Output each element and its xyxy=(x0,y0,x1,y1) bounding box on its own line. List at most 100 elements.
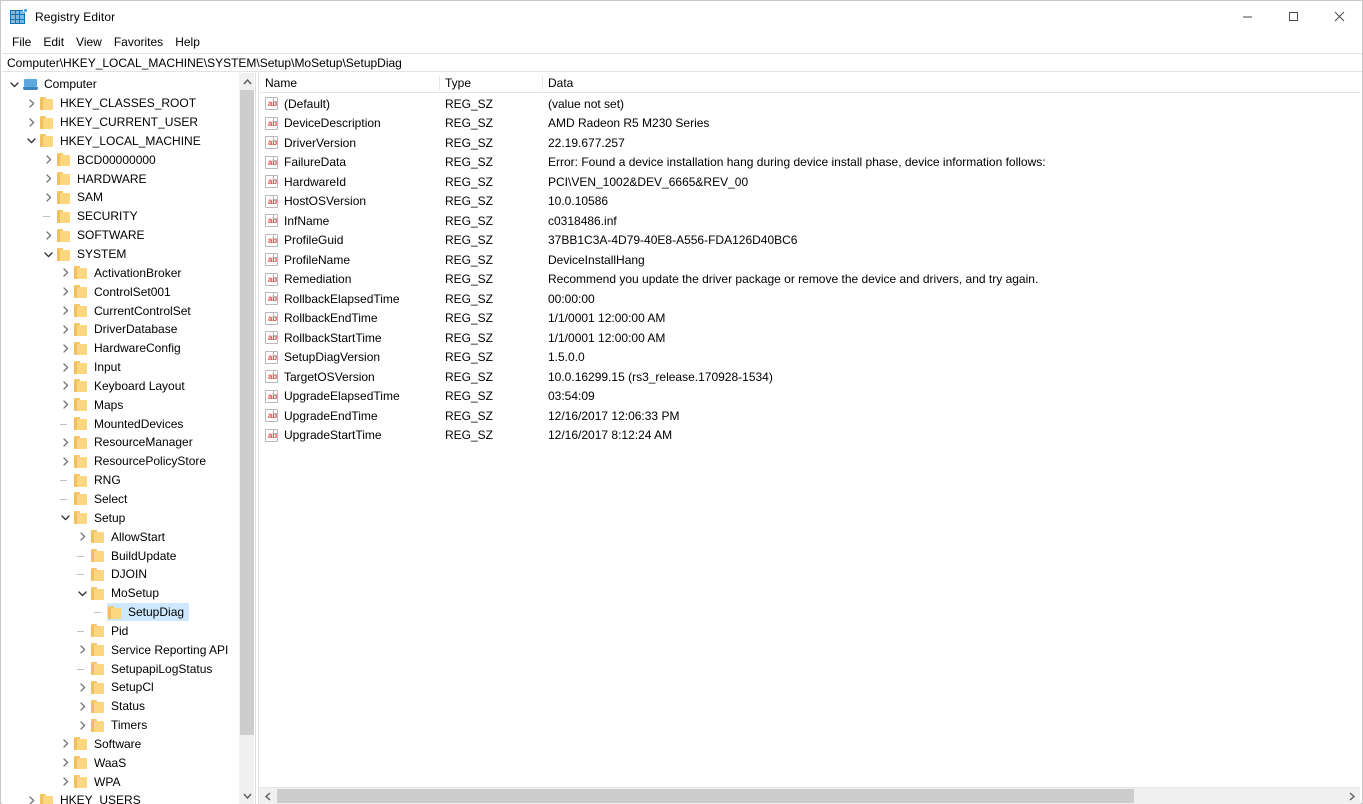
table-row[interactable]: abRemediationREG_SZRecommend you update … xyxy=(259,270,1360,290)
table-row[interactable]: abSetupDiagVersionREG_SZ1.5.0.0 xyxy=(259,348,1360,368)
chevron-right-icon[interactable] xyxy=(40,171,56,187)
tree-item-hkey-local-machine[interactable]: HKEY_LOCAL_MACHINE xyxy=(2,132,239,151)
tree-item-content[interactable]: HKEY_LOCAL_MACHINE xyxy=(39,132,206,150)
chevron-right-icon[interactable] xyxy=(23,95,39,111)
tree-item-content[interactable]: BuildUpdate xyxy=(90,547,181,565)
tree-item-security[interactable]: SECURITY xyxy=(2,207,239,226)
chevron-right-icon[interactable] xyxy=(40,227,56,243)
table-row[interactable]: abHardwareIdREG_SZPCI\VEN_1002&DEV_6665&… xyxy=(259,172,1360,192)
minimize-button[interactable] xyxy=(1224,1,1270,32)
tree-item-maps[interactable]: Maps xyxy=(2,395,239,414)
tree-item-wpa[interactable]: WPA xyxy=(2,772,239,791)
tree-item-keyboard-layout[interactable]: Keyboard Layout xyxy=(2,377,239,396)
menu-edit[interactable]: Edit xyxy=(37,33,70,52)
chevron-right-icon[interactable] xyxy=(57,265,73,281)
close-button[interactable] xyxy=(1316,1,1362,32)
tree-item-buildupdate[interactable]: BuildUpdate xyxy=(2,546,239,565)
tree-item-content[interactable]: SAM xyxy=(56,188,108,206)
table-row[interactable]: ab(Default)REG_SZ(value not set) xyxy=(259,94,1360,114)
tree-item-content[interactable]: CurrentControlSet xyxy=(73,302,196,320)
tree-vertical-scrollbar[interactable] xyxy=(238,73,254,804)
table-row[interactable]: abRollbackEndTimeREG_SZ1/1/0001 12:00:00… xyxy=(259,309,1360,329)
chevron-right-icon[interactable] xyxy=(57,284,73,300)
table-row[interactable]: abTargetOSVersionREG_SZ10.0.16299.15 (rs… xyxy=(259,367,1360,387)
tree-item-controlset001[interactable]: ControlSet001 xyxy=(2,282,239,301)
tree-item-content[interactable]: Pid xyxy=(90,622,133,640)
table-row[interactable]: abRollbackElapsedTimeREG_SZ00:00:00 xyxy=(259,289,1360,309)
scroll-down-icon[interactable] xyxy=(239,787,255,804)
tree-item-content[interactable]: DJOIN xyxy=(90,565,152,583)
tree-item-content[interactable]: ActivationBroker xyxy=(73,264,186,282)
tree-item-service-reporting-api[interactable]: Service Reporting API xyxy=(2,640,239,659)
tree-item-content[interactable]: MountedDevices xyxy=(73,415,188,433)
tree-item-content[interactable]: Maps xyxy=(73,396,128,414)
tree-item-sam[interactable]: SAM xyxy=(2,188,239,207)
tree-item-rng[interactable]: RNG xyxy=(2,471,239,490)
tree-scrollbar-thumb[interactable] xyxy=(240,90,254,735)
chevron-down-icon[interactable] xyxy=(40,246,56,262)
chevron-right-icon[interactable] xyxy=(74,698,90,714)
tree-item-computer[interactable]: Computer xyxy=(2,75,239,94)
tree-item-content[interactable]: SetupapiLogStatus xyxy=(90,660,217,678)
table-row[interactable]: abHostOSVersionREG_SZ10.0.10586 xyxy=(259,192,1360,212)
chevron-right-icon[interactable] xyxy=(57,359,73,375)
tree-item-timers[interactable]: Timers xyxy=(2,716,239,735)
chevron-right-icon[interactable] xyxy=(57,434,73,450)
tree-item-content[interactable]: ResourceManager xyxy=(73,433,198,451)
tree-item-content[interactable]: RNG xyxy=(73,471,126,489)
tree-item-content[interactable]: Timers xyxy=(90,716,152,734)
scroll-left-icon[interactable] xyxy=(259,788,276,804)
tree-item-resourcepolicystore[interactable]: ResourcePolicyStore xyxy=(2,452,239,471)
tree-item-allowstart[interactable]: AllowStart xyxy=(2,527,239,546)
tree-item-activationbroker[interactable]: ActivationBroker xyxy=(2,263,239,282)
tree-item-content[interactable]: WPA xyxy=(73,773,125,791)
tree-item-content[interactable]: HKEY_CLASSES_ROOT xyxy=(39,94,201,112)
tree-item-bcd00000000[interactable]: BCD00000000 xyxy=(2,150,239,169)
chevron-down-icon[interactable] xyxy=(6,76,22,92)
tree-item-content[interactable]: AllowStart xyxy=(90,528,170,546)
chevron-right-icon[interactable] xyxy=(57,321,73,337)
tree-item-content[interactable]: BCD00000000 xyxy=(56,151,161,169)
tree-item-content[interactable]: HARDWARE xyxy=(56,170,152,188)
table-row[interactable]: abFailureDataREG_SZError: Found a device… xyxy=(259,153,1360,173)
scroll-right-icon[interactable] xyxy=(1343,788,1360,804)
tree-item-content[interactable]: SOFTWARE xyxy=(56,226,150,244)
tree-item-content[interactable]: Computer xyxy=(22,75,102,93)
chevron-down-icon[interactable] xyxy=(57,510,73,526)
chevron-right-icon[interactable] xyxy=(74,717,90,733)
tree-item-content[interactable]: SYSTEM xyxy=(56,245,131,263)
column-header-name[interactable]: Name xyxy=(259,73,439,93)
tree-item-software[interactable]: SOFTWARE xyxy=(2,226,239,245)
table-row[interactable]: abUpgradeEndTimeREG_SZ12/16/2017 12:06:3… xyxy=(259,406,1360,426)
tree-item-status[interactable]: Status xyxy=(2,697,239,716)
tree-item-content[interactable]: Select xyxy=(73,490,132,508)
tree-item-content[interactable]: Status xyxy=(90,697,150,715)
tree-item-currentcontrolset[interactable]: CurrentControlSet xyxy=(2,301,239,320)
tree-item-system[interactable]: SYSTEM xyxy=(2,245,239,264)
menu-help[interactable]: Help xyxy=(169,33,206,52)
chevron-right-icon[interactable] xyxy=(57,453,73,469)
scroll-up-icon[interactable] xyxy=(239,73,255,90)
values-horizontal-scrollbar[interactable] xyxy=(259,787,1360,804)
tree-item-content[interactable]: WaaS xyxy=(73,754,131,772)
tree-item-hkey-current-user[interactable]: HKEY_CURRENT_USER xyxy=(2,113,239,132)
tree-item-content[interactable]: ResourcePolicyStore xyxy=(73,452,211,470)
column-header-data[interactable]: Data xyxy=(542,73,1360,93)
chevron-right-icon[interactable] xyxy=(57,397,73,413)
table-row[interactable]: abDeviceDescriptionREG_SZAMD Radeon R5 M… xyxy=(259,114,1360,134)
chevron-right-icon[interactable] xyxy=(57,774,73,790)
table-row[interactable]: abUpgradeElapsedTimeREG_SZ03:54:09 xyxy=(259,387,1360,407)
tree-item-hkey-users[interactable]: HKEY_USERS xyxy=(2,791,239,804)
tree-item-content[interactable]: MoSetup xyxy=(90,584,164,602)
tree-item-content[interactable]: Input xyxy=(73,358,126,376)
tree-item-content[interactable]: DriverDatabase xyxy=(73,320,182,338)
tree-item-content[interactable]: Setup xyxy=(73,509,130,527)
chevron-right-icon[interactable] xyxy=(74,642,90,658)
chevron-down-icon[interactable] xyxy=(74,585,90,601)
chevron-right-icon[interactable] xyxy=(74,529,90,545)
menu-favorites[interactable]: Favorites xyxy=(108,33,169,52)
tree-item-setupcl[interactable]: SetupCl xyxy=(2,678,239,697)
table-row[interactable]: abProfileGuidREG_SZ37BB1C3A-4D79-40E8-A5… xyxy=(259,231,1360,251)
tree-item-content[interactable]: HKEY_USERS xyxy=(39,791,146,804)
tree-item-content[interactable]: SetupCl xyxy=(90,678,159,696)
